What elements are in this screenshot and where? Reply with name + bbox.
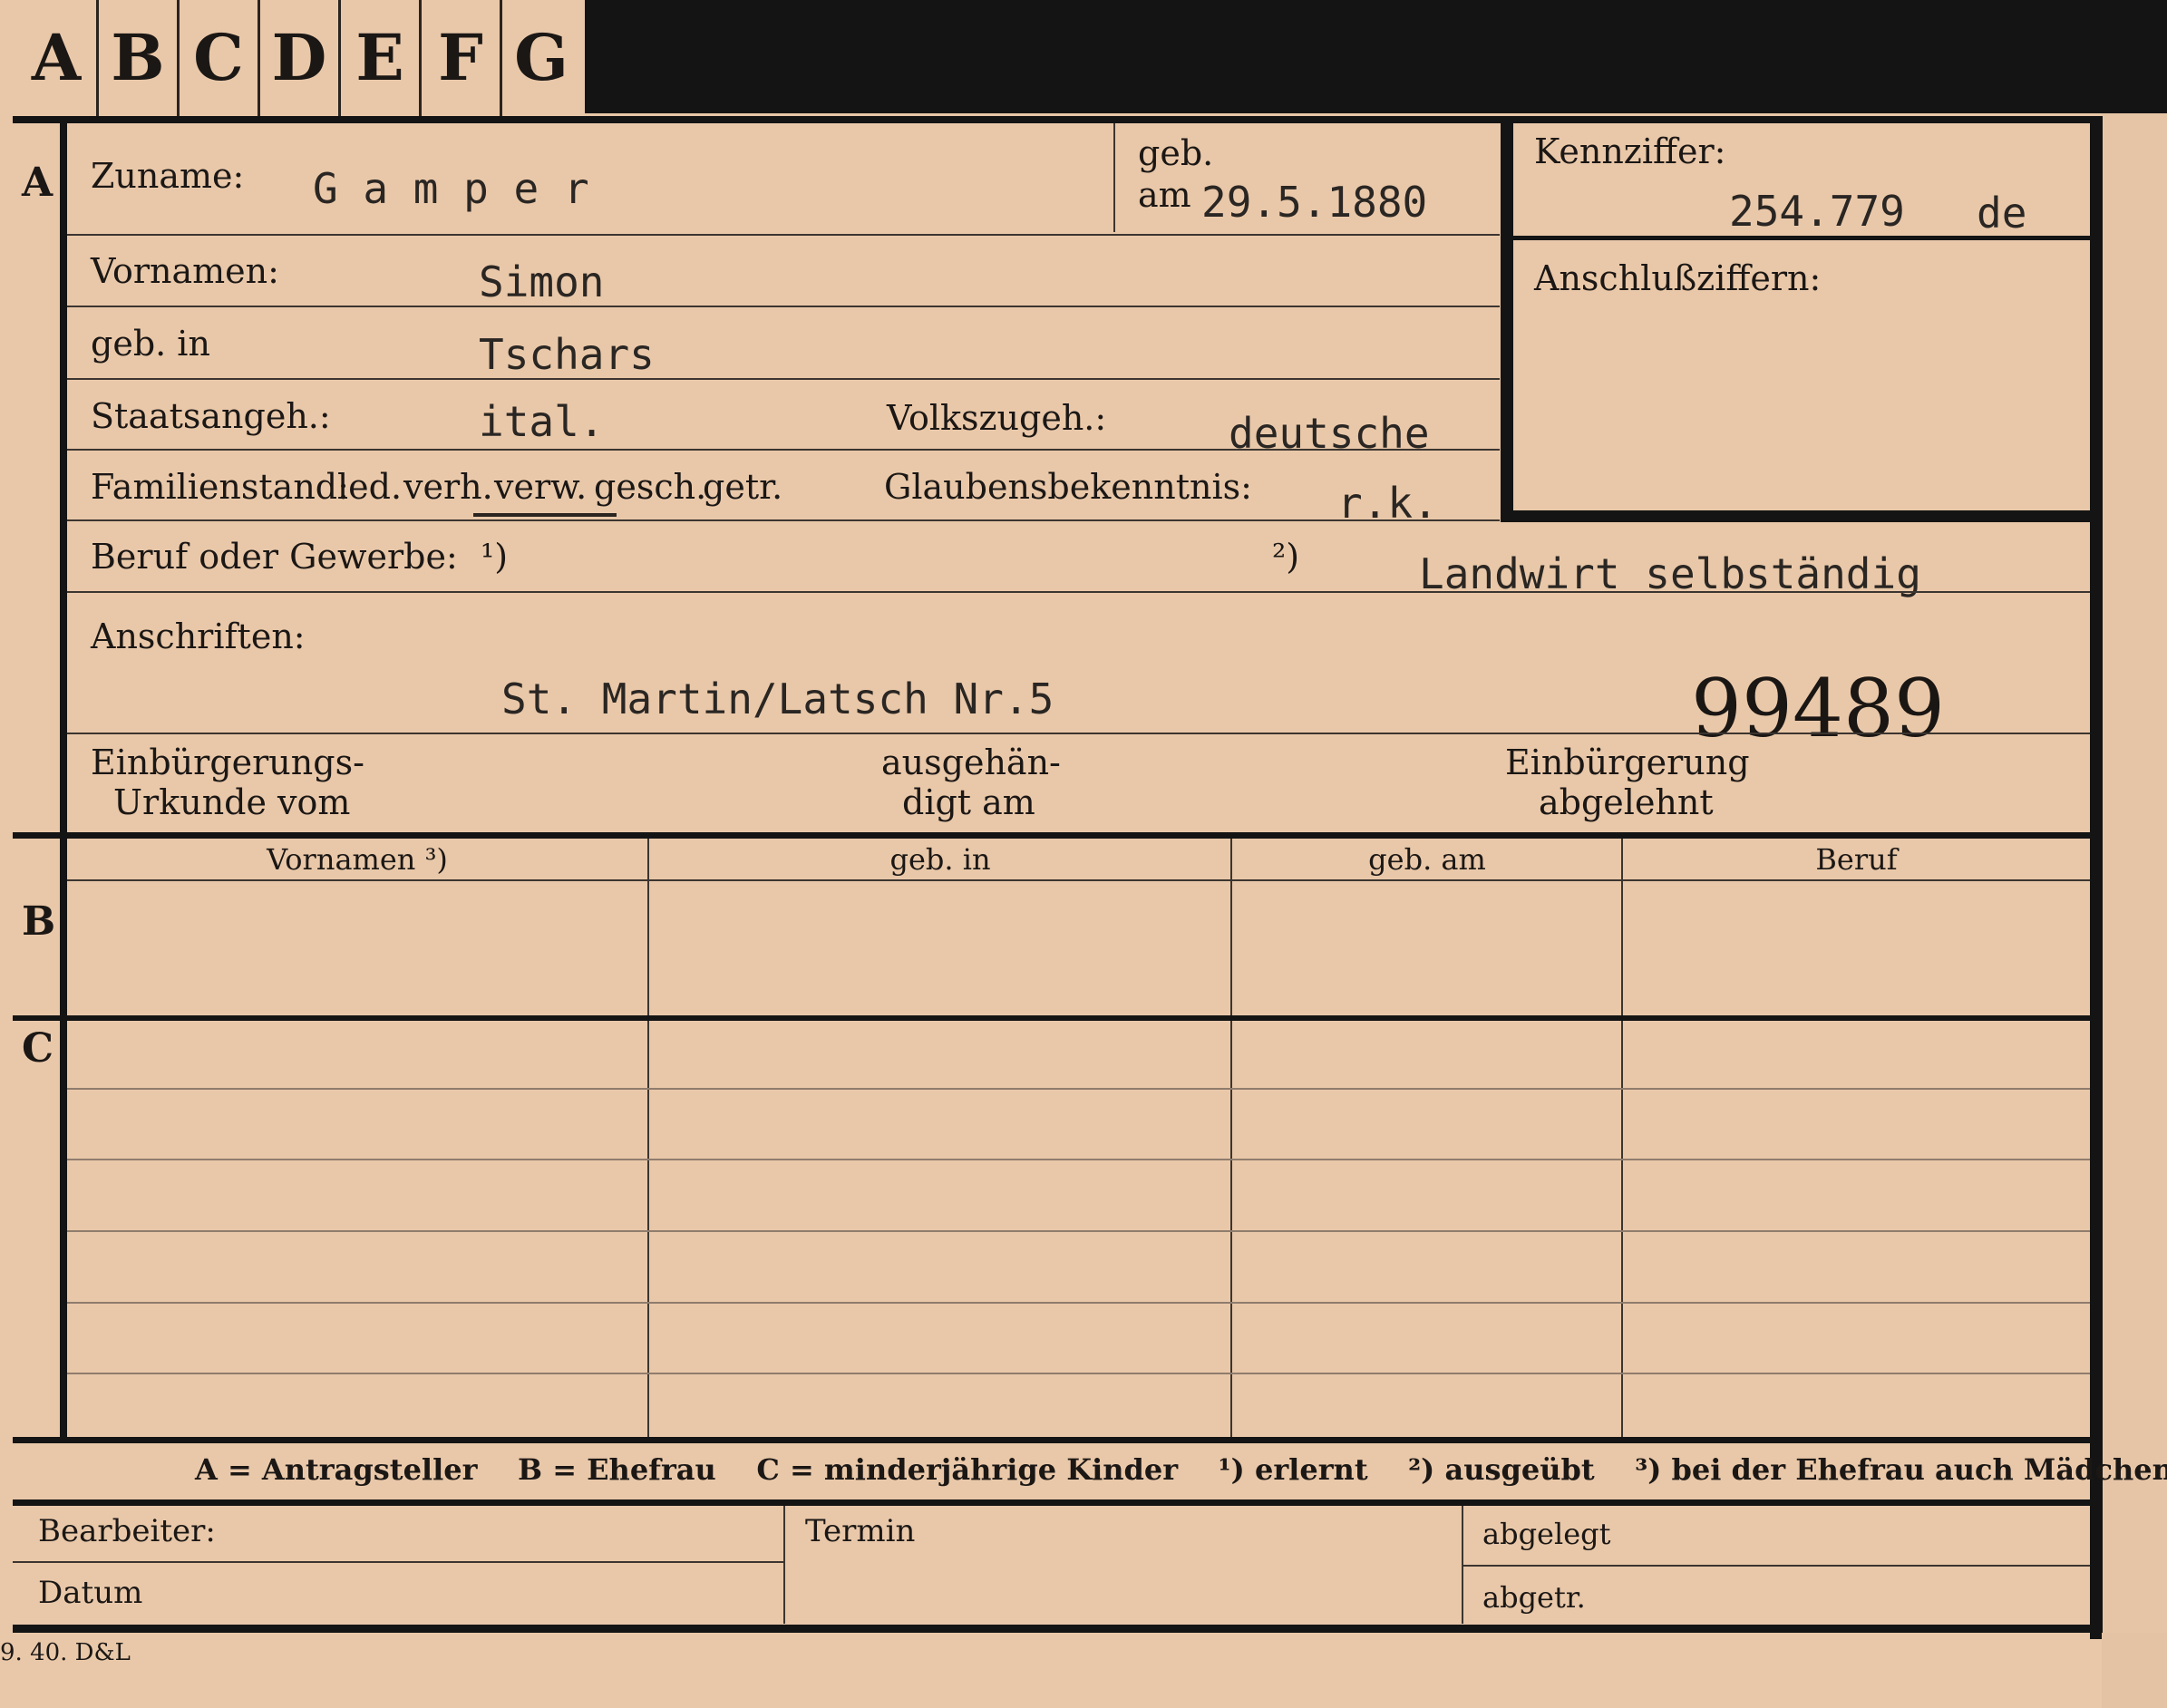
termin-label: Termin — [805, 1513, 916, 1549]
table-header-line — [67, 879, 2090, 881]
table-row-line — [67, 1302, 2090, 1304]
beruf-value: Landwirt selbständig — [1419, 549, 1921, 598]
col-header-geb-am: geb. am — [1368, 842, 1486, 877]
card-bottom-shadow — [2102, 1633, 2167, 1708]
familienstand-underline — [473, 513, 617, 517]
row7-line — [67, 733, 2090, 734]
kennziffer-box-bottom — [1513, 510, 2090, 522]
kennziffer-box-left — [1501, 123, 1513, 522]
section-c-letter: C — [22, 1025, 54, 1072]
abgelegt-label: abgelegt — [1482, 1517, 1611, 1551]
tab-a[interactable]: A — [16, 0, 99, 116]
bearbeiter-line — [13, 1561, 783, 1563]
volkszugeh-label: Volkszugeh.: — [887, 398, 1107, 438]
footer-divider-1 — [783, 1506, 785, 1624]
tab-d[interactable]: D — [260, 0, 341, 116]
registration-card: A B C D E F G A B C Zuname: G a m p e r … — [0, 0, 2167, 1708]
kennziffer-value: 254.779 — [1729, 187, 1905, 236]
row3-line — [67, 378, 1500, 380]
section-a-letter: A — [22, 160, 53, 206]
fam-option-led: led. — [337, 467, 403, 507]
table-col-divider-3 — [1621, 839, 1623, 1437]
table-col-divider-1 — [647, 839, 649, 1437]
kennziffer-divider — [1513, 236, 2090, 240]
legend: A = Antragsteller B = Ehefrau C = minder… — [195, 1452, 2167, 1487]
row4-line — [67, 449, 1500, 451]
staatsangeh-label: Staatsangeh.: — [91, 396, 331, 436]
fam-option-verw: verw. — [494, 467, 588, 507]
tab-c[interactable]: C — [180, 0, 260, 116]
row5-line — [67, 519, 1500, 521]
card-bottom-border — [13, 1625, 2103, 1633]
row6-line — [67, 591, 2090, 593]
right-border — [2090, 116, 2103, 1639]
col-header-geb-in: geb. in — [889, 842, 991, 877]
fam-option-getr: getr. — [703, 467, 783, 507]
abgetr-label: abgetr. — [1482, 1580, 1586, 1615]
beruf-fn2: ²) — [1272, 537, 1300, 577]
einb-urkunde-line2: Urkunde vom — [113, 782, 351, 822]
kennziffer-label: Kennziffer: — [1534, 131, 1726, 171]
beruf-label: Beruf oder Gewerbe: — [91, 537, 458, 577]
geb-am-value: 29.5.1880 — [1201, 178, 1428, 227]
zuname-label: Zuname: — [91, 156, 245, 196]
anschlussziffern-label: Anschlußziffern: — [1534, 258, 1822, 298]
geb-label: geb. — [1138, 133, 1214, 173]
section-b-bottom — [13, 1015, 2090, 1021]
row1-line — [67, 234, 1500, 236]
glaubensbekenntnis-label: Glaubensbekenntnis: — [884, 467, 1252, 507]
am-label: am — [1138, 175, 1191, 215]
glaubensbekenntnis-value: r.k. — [1337, 479, 1438, 528]
datum-label: Datum — [38, 1575, 143, 1611]
einb-abgelehnt-line1: Einbürgerung — [1505, 742, 1750, 782]
section-b-letter: B — [22, 898, 56, 945]
geb-in-label: geb. in — [91, 324, 210, 364]
col-header-vornamen: Vornamen ³) — [267, 842, 448, 877]
top-border — [13, 116, 2103, 123]
einb-abgelehnt-line2: abgelehnt — [1539, 782, 1714, 822]
zuname-value: G a m p e r — [313, 164, 589, 213]
left-section-rule — [60, 123, 67, 1438]
dark-background — [585, 0, 2167, 113]
bearbeiter-label: Bearbeiter: — [38, 1513, 216, 1549]
anschrift-value: St. Martin/Latsch Nr.5 — [501, 674, 1054, 723]
section-a-bottom — [13, 832, 2090, 839]
table-col-divider-2 — [1230, 839, 1232, 1437]
col-header-beruf: Beruf — [1815, 842, 1898, 877]
tab-e[interactable]: E — [341, 0, 422, 116]
table-row-line — [67, 1373, 2090, 1374]
abgelegt-line — [1463, 1565, 2090, 1567]
legend-bottom — [13, 1499, 2090, 1506]
einb-urkunde-line1: Einbürgerungs- — [91, 742, 364, 782]
tab-b[interactable]: B — [99, 0, 180, 116]
anschriften-label: Anschriften: — [91, 616, 306, 656]
vornamen-value: Simon — [479, 257, 605, 306]
vornamen-label: Vornamen: — [91, 251, 279, 291]
tab-f[interactable]: F — [422, 0, 502, 116]
geb-in-value: Tschars — [479, 330, 655, 379]
table-row-line — [67, 1159, 2090, 1160]
kennziffer-suffix: de — [1977, 189, 2027, 238]
ausgehaendigt-line1: ausgehän- — [881, 742, 1061, 782]
table-row-line — [67, 1088, 2090, 1090]
print-code: 9. 40. D&L — [0, 1639, 131, 1666]
beruf-fn1: ¹) — [481, 537, 509, 577]
tab-g[interactable]: G — [502, 0, 580, 116]
geb-divider — [1113, 123, 1115, 232]
registration-number: 99489 — [1691, 662, 1945, 755]
index-tabs: A B C D E F G — [16, 0, 584, 119]
familienstand-label: Familienstand: — [91, 467, 349, 507]
ausgehaendigt-line2: digt am — [902, 782, 1035, 822]
row2-line — [67, 306, 1500, 307]
section-c-bottom — [13, 1437, 2090, 1443]
staatsangeh-value: ital. — [479, 397, 605, 446]
card-right-paper — [2102, 113, 2167, 1673]
fam-option-gesch: gesch. — [594, 467, 707, 507]
fam-option-verh: verh. — [403, 467, 493, 507]
table-row-line — [67, 1230, 2090, 1232]
